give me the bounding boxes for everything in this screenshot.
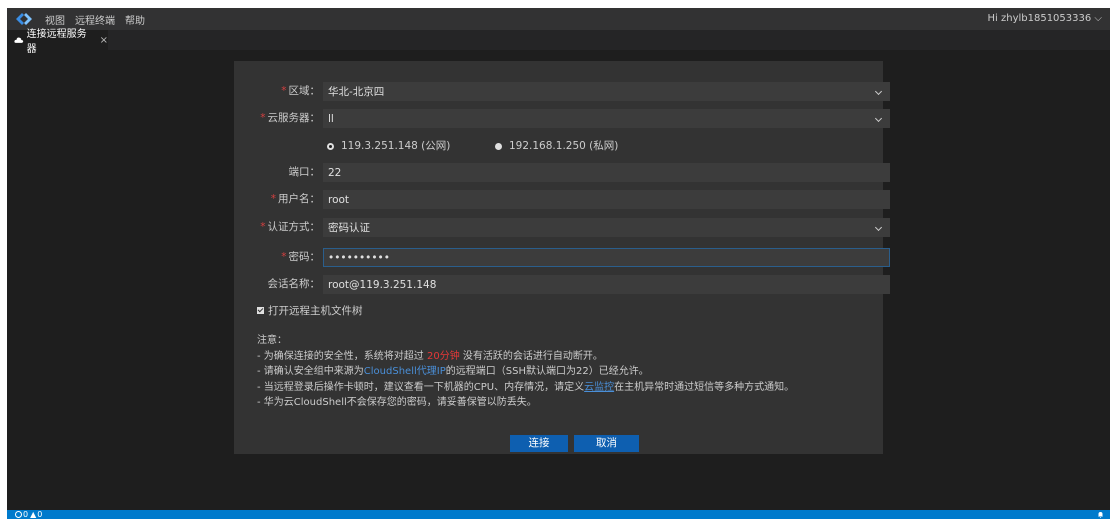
- auth-label: * 认证方式：: [260, 221, 320, 233]
- username-input[interactable]: root: [323, 190, 890, 209]
- status-bar: 0 ▲ 0: [7, 510, 1110, 519]
- cloud-monitor-link[interactable]: 云监控: [584, 382, 614, 393]
- app-window: 视图 远程终端 帮助 Hi zhylb1851053336 ⌵ 连接远程服务器 …: [7, 8, 1110, 519]
- ip-public-radio[interactable]: 119.3.251.148 (公网): [327, 137, 450, 155]
- port-label: 端口：: [288, 166, 321, 178]
- radio-unchecked-icon: [495, 142, 502, 150]
- user-menu[interactable]: Hi zhylb1851053336 ⌵: [988, 8, 1103, 30]
- checkbox-checked-icon: [257, 306, 264, 314]
- auth-select[interactable]: 密码认证: [323, 218, 890, 237]
- note-line-1: - 为确保连接的安全性，系统将对超过 20分钟 没有活跃的会话进行自动断开。: [257, 350, 603, 362]
- problems-indicator[interactable]: 0 ▲ 0: [15, 510, 42, 519]
- tab-label: 连接远程服务器: [26, 29, 87, 55]
- menu-help[interactable]: 帮助: [125, 12, 145, 27]
- tab-connect-remote[interactable]: 连接远程服务器 ×: [7, 29, 108, 55]
- region-label: * 区域：: [281, 85, 320, 97]
- username-label: * 用户名：: [270, 193, 320, 205]
- cancel-button[interactable]: 取消: [574, 435, 639, 452]
- session-name-input[interactable]: root@119.3.251.148: [323, 275, 890, 294]
- open-file-tree-checkbox[interactable]: 打开远程主机文件树: [257, 303, 363, 317]
- port-input[interactable]: 22: [323, 163, 890, 182]
- password-input[interactable]: ••••••••••: [323, 248, 890, 267]
- notification-bell-icon[interactable]: [1097, 510, 1104, 519]
- region-select[interactable]: 华北-北京四: [323, 82, 890, 101]
- password-label: * 密码：: [281, 251, 320, 263]
- note-line-4: - 华为云CloudShell不会保存您的密码，请妥善保管以防丢失。: [257, 397, 537, 408]
- radio-checked-icon: [327, 142, 334, 150]
- cloud-icon: [14, 37, 24, 43]
- connect-button[interactable]: 连接: [510, 435, 568, 452]
- server-label: * 云服务器：: [260, 112, 320, 124]
- tab-close-icon[interactable]: ×: [100, 35, 108, 46]
- cloudshell-proxy-ip-link[interactable]: CloudShell代理IP: [364, 366, 446, 377]
- title-bar: 视图 远程终端 帮助 Hi zhylb1851053336 ⌵: [7, 8, 1110, 30]
- notes-section: 注意： - 为确保连接的安全性，系统将对超过 20分钟 没有活跃的会话进行自动断…: [257, 333, 877, 411]
- ip-radio-row: 119.3.251.148 (公网) 192.168.1.250 (私网): [234, 137, 834, 156]
- note-line-2: - 请确认安全组中来源为CloudShell代理IP的远程端口（SSH默认端口为…: [257, 366, 649, 377]
- ip-private-radio[interactable]: 192.168.1.250 (私网): [495, 137, 618, 155]
- notes-title: 注意：: [257, 335, 287, 346]
- note-line-3: - 当远程登录后操作卡顿时，建议查看一下机器的CPU、内存情况，请定义云监控在主…: [257, 381, 795, 393]
- warning-icon: ▲: [30, 510, 37, 519]
- error-icon: [15, 511, 22, 518]
- server-select[interactable]: ll: [323, 109, 890, 128]
- connect-dialog: * 区域： 华北-北京四 * 云服务器： ll 119.3.251.148 (公网)…: [234, 61, 890, 454]
- session-label: 会话名称：: [267, 278, 321, 290]
- tab-bar: 连接远程服务器 ×: [7, 29, 1110, 55]
